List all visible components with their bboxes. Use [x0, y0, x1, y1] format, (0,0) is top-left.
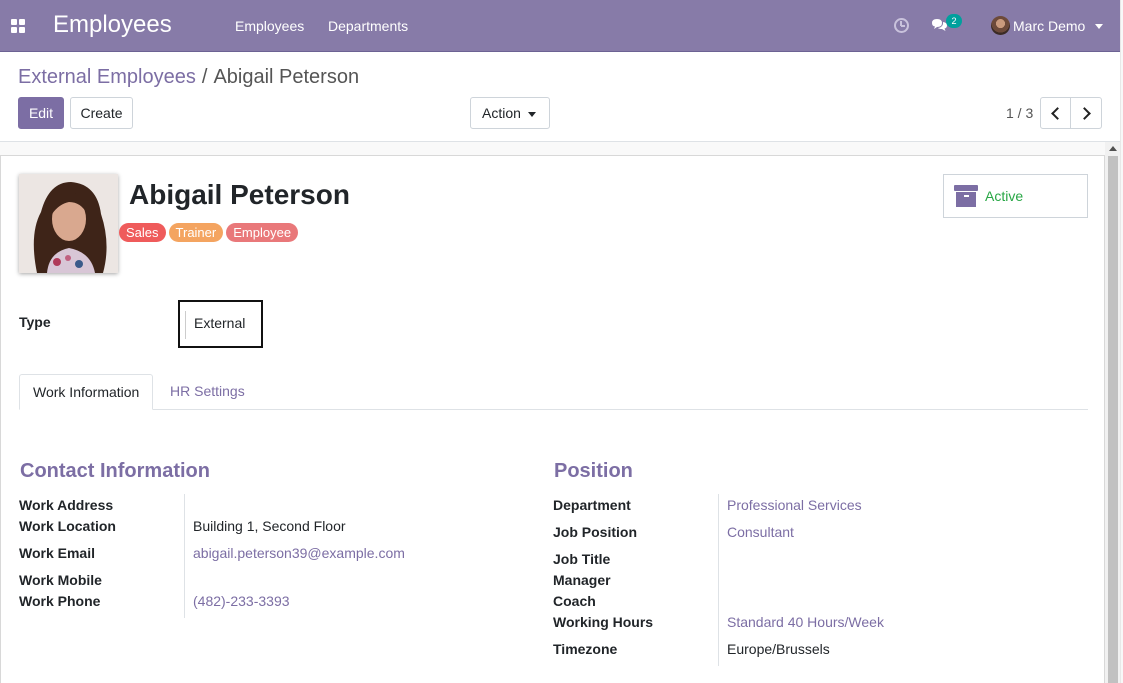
user-avatar[interactable] — [991, 16, 1010, 35]
menu-item-employees[interactable]: Employees — [235, 18, 304, 34]
scroll-up-arrow-icon[interactable] — [1109, 146, 1117, 151]
contact-information-title: Contact Information — [20, 460, 210, 482]
work-location-label: Work Location — [19, 518, 116, 534]
scrollbar-thumb[interactable] — [1108, 156, 1118, 683]
work-email-link[interactable]: abigail.peterson39@example.com — [193, 545, 405, 561]
work-mobile-label: Work Mobile — [19, 572, 102, 588]
menu-item-departments[interactable]: Departments — [328, 18, 408, 34]
tag-sales[interactable]: Sales — [119, 223, 166, 242]
pager-previous-button[interactable] — [1040, 97, 1071, 129]
top-navbar: Employees Employees Departments 2 Marc D… — [0, 0, 1121, 52]
department-link[interactable]: Professional Services — [727, 497, 862, 513]
work-phone-link[interactable]: (482)-233-3393 — [193, 593, 290, 609]
type-label: Type — [19, 314, 51, 330]
activity-clock-icon[interactable] — [894, 18, 909, 33]
breadcrumb: External Employees / Abigail Peterson — [18, 66, 359, 89]
employee-photo[interactable] — [19, 174, 118, 273]
timezone-label: Timezone — [553, 641, 618, 657]
breadcrumb-separator: / — [201, 66, 208, 88]
breadcrumb-current: Abigail Peterson — [213, 66, 360, 88]
chevron-right-icon — [1078, 107, 1091, 120]
action-dropdown-button[interactable]: Action — [470, 97, 550, 129]
type-value: External — [194, 315, 246, 331]
pager-counter[interactable]: 1 / 3 — [1006, 105, 1033, 121]
user-menu-name[interactable]: Marc Demo — [1013, 18, 1085, 34]
contact-column-divider — [184, 494, 185, 618]
apps-menu-icon[interactable] — [11, 19, 25, 33]
edit-button[interactable]: Edit — [18, 97, 64, 129]
job-position-link[interactable]: Consultant — [727, 524, 794, 540]
active-toggle-button[interactable]: Active — [943, 174, 1088, 218]
working-hours-label: Working Hours — [553, 614, 654, 630]
tab-hr-settings[interactable]: HR Settings — [157, 374, 258, 410]
action-caret-icon — [528, 112, 536, 117]
app-title[interactable]: Employees — [53, 11, 172, 39]
chevron-left-icon — [1051, 107, 1064, 120]
manager-label: Manager — [553, 572, 611, 588]
work-phone-label: Work Phone — [19, 593, 101, 609]
active-status-label: Active — [985, 188, 1024, 204]
job-title-label: Job Title — [553, 551, 611, 567]
create-button[interactable]: Create — [70, 97, 133, 129]
work-location-value: Building 1, Second Floor — [193, 518, 346, 534]
breadcrumb-parent-link[interactable]: External Employees — [18, 66, 196, 88]
timezone-value: Europe/Brussels — [727, 641, 830, 657]
message-count-badge: 2 — [946, 14, 962, 28]
form-scrollbar[interactable] — [1105, 142, 1121, 683]
employee-name: Abigail Peterson — [129, 179, 350, 210]
tab-work-information[interactable]: Work Information — [19, 374, 154, 410]
pager-next-button[interactable] — [1071, 97, 1102, 129]
tag-employee[interactable]: Employee — [226, 223, 299, 242]
user-menu-caret-icon[interactable] — [1095, 24, 1103, 29]
archive-icon — [954, 185, 978, 207]
working-hours-link[interactable]: Standard 40 Hours/Week — [727, 614, 884, 630]
employee-tags: Sales Trainer Employee — [119, 223, 299, 242]
work-address-label: Work Address — [19, 497, 114, 513]
position-title: Position — [554, 460, 633, 482]
department-label: Department — [553, 497, 631, 513]
type-field-divider — [185, 311, 186, 339]
navbar-wrapper: Employees Employees Departments 2 Marc D… — [0, 0, 1123, 52]
type-field[interactable]: External — [178, 300, 263, 348]
job-position-label: Job Position — [553, 524, 637, 540]
work-email-label: Work Email — [19, 545, 95, 561]
coach-label: Coach — [553, 593, 596, 609]
employee-portrait-image — [19, 174, 118, 273]
action-label: Action — [482, 105, 521, 121]
position-column-divider — [718, 494, 719, 666]
tag-trainer[interactable]: Trainer — [168, 223, 224, 242]
